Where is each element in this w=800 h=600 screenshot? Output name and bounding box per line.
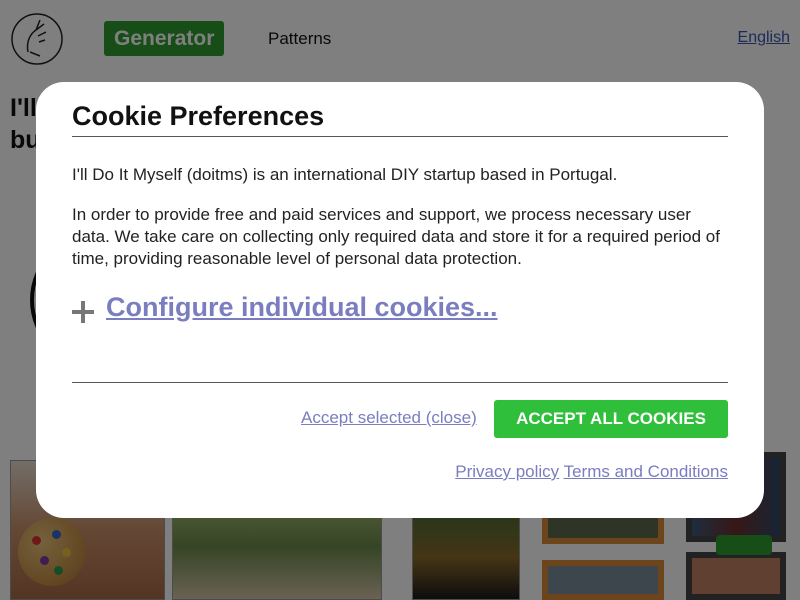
dialog-footer-links: Privacy policy Terms and Conditions bbox=[455, 462, 728, 482]
dialog-intro-text: I'll Do It Myself (doitms) is an interna… bbox=[72, 165, 618, 184]
configure-cookies-link[interactable]: Configure individual cookies... bbox=[106, 292, 498, 323]
dialog-title: Cookie Preferences bbox=[72, 100, 728, 137]
dialog-privacy-text: In order to provide free and paid servic… bbox=[72, 205, 720, 268]
cookie-preferences-dialog: Cookie Preferences I'll Do It Myself (do… bbox=[36, 82, 764, 518]
terms-link[interactable]: Terms and Conditions bbox=[564, 462, 728, 481]
accept-all-cookies-button[interactable]: ACCEPT ALL COOKIES bbox=[494, 400, 728, 438]
configure-cookies-toggle[interactable]: Configure individual cookies... bbox=[72, 290, 498, 324]
privacy-policy-link[interactable]: Privacy policy bbox=[455, 462, 559, 481]
dialog-divider bbox=[72, 382, 728, 383]
accept-selected-link[interactable]: Accept selected (close) bbox=[301, 408, 477, 428]
plus-icon[interactable] bbox=[72, 300, 96, 324]
